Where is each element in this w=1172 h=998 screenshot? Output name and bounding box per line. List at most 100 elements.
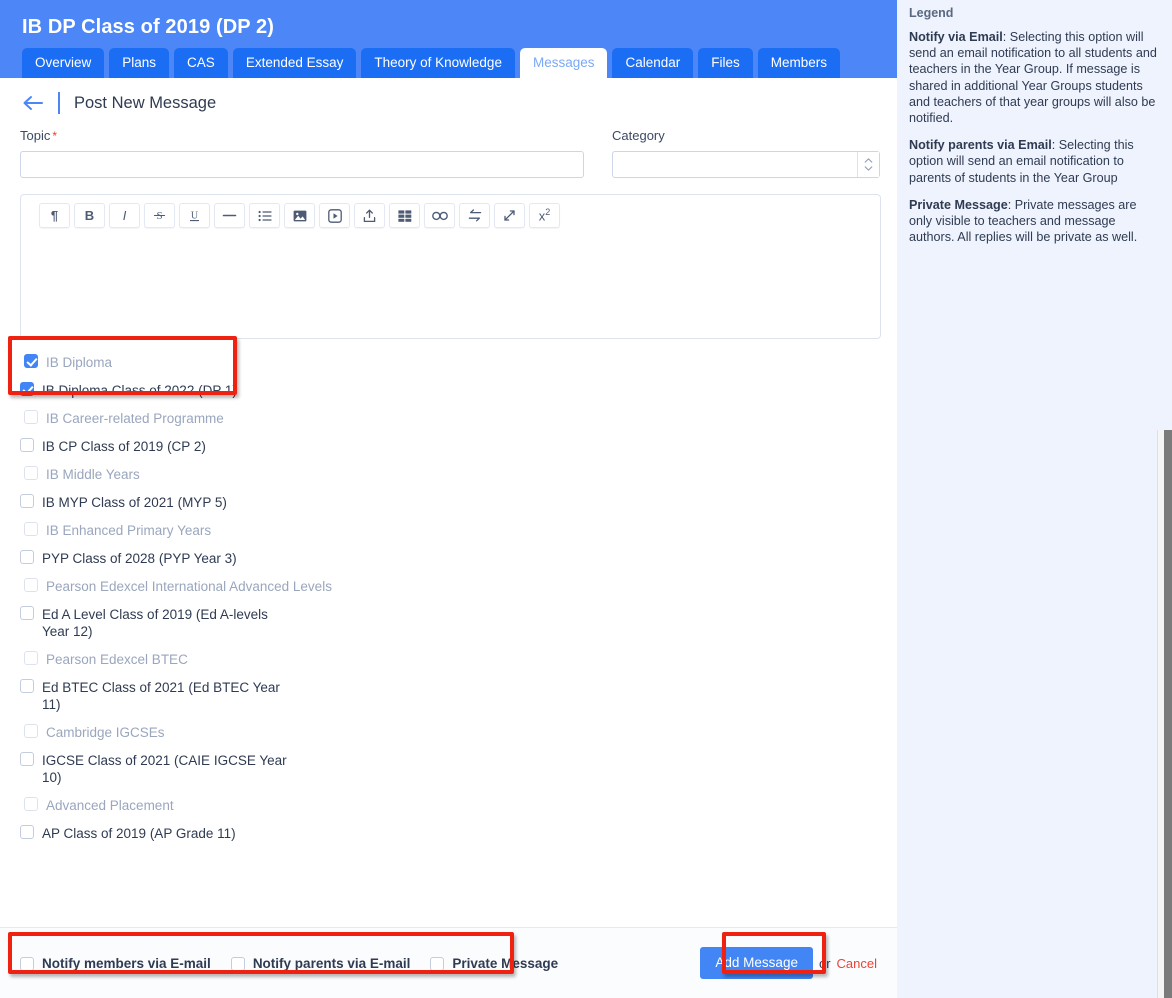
tab-calendar[interactable]: Calendar	[612, 48, 694, 78]
tab-extended-essay[interactable]: Extended Essay	[232, 48, 357, 78]
bullet-list-icon[interactable]	[249, 203, 280, 228]
notify-label: Private Message	[452, 955, 559, 971]
tab-members[interactable]: Members	[757, 48, 841, 78]
group-header-row[interactable]: Pearson Edexcel BTEC	[20, 650, 881, 668]
group-header-row[interactable]: IB Diploma	[20, 353, 881, 371]
group-header-row[interactable]: Advanced Placement	[20, 796, 881, 814]
group-header-checkbox[interactable]	[24, 410, 38, 424]
group-header-checkbox[interactable]	[24, 522, 38, 536]
group-header-checkbox[interactable]	[24, 466, 38, 480]
year-group-list: IB Diploma IB Diploma Class of 2022 (DP 1…	[0, 339, 897, 842]
group-header-label: IB Career-related Programme	[46, 411, 224, 426]
group-item-row[interactable]: IB Diploma Class of 2022 (DP 1)	[20, 381, 881, 399]
year-group: Advanced Placement AP Class of 2019 (AP G…	[20, 796, 881, 842]
year-group: IB Diploma IB Diploma Class of 2022 (DP 1…	[20, 353, 881, 399]
strikethrough-icon[interactable]: S	[144, 203, 175, 228]
tab-messages[interactable]: Messages	[519, 48, 608, 78]
swap-icon[interactable]	[459, 203, 490, 228]
arrow-left-icon[interactable]	[18, 92, 48, 114]
group-header-label: Advanced Placement	[46, 798, 174, 813]
group-header-row[interactable]: IB Career-related Programme	[20, 409, 881, 427]
tab-overview[interactable]: Overview	[22, 48, 105, 78]
group-header-row[interactable]: IB Enhanced Primary Years	[20, 521, 881, 539]
group-item-checkbox[interactable]	[20, 494, 34, 508]
notify-checkbox[interactable]	[230, 956, 245, 971]
image-icon[interactable]	[284, 203, 315, 228]
notify-label: Notify parents via E-mail	[252, 955, 411, 971]
breadcrumb-title: Post New Message	[74, 94, 217, 112]
notify-checkbox[interactable]	[430, 956, 445, 971]
chevron-down-icon	[864, 166, 873, 171]
group-item-checkbox[interactable]	[20, 679, 34, 693]
editor-content[interactable]	[21, 236, 880, 331]
video-icon[interactable]	[319, 203, 350, 228]
group-item-row[interactable]: IB MYP Class of 2021 (MYP 5)	[20, 493, 881, 511]
horizontal-rule-icon[interactable]	[214, 203, 245, 228]
group-item-row[interactable]: IGCSE Class of 2021 (CAIE IGCSE Year 10)	[20, 751, 881, 786]
group-header-row[interactable]: Cambridge IGCSEs	[20, 723, 881, 741]
group-item-label: IB CP Class of 2019 (CP 2)	[42, 439, 206, 454]
page-scrollbar[interactable]	[1157, 430, 1172, 998]
group-header-checkbox[interactable]	[24, 797, 38, 811]
link-icon[interactable]	[424, 203, 455, 228]
footer-bar: Notify members via E-mail Notify parents …	[0, 927, 897, 998]
tab-files[interactable]: Files	[698, 48, 753, 78]
italic-icon[interactable]: I	[109, 203, 140, 228]
tab-cas[interactable]: CAS	[174, 48, 228, 78]
group-header-checkbox[interactable]	[24, 354, 38, 368]
add-message-button[interactable]: Add Message	[700, 947, 813, 979]
superscript-icon[interactable]: x2	[529, 203, 560, 228]
group-header-row[interactable]: Pearson Edexcel International Advanced L…	[20, 577, 881, 595]
group-item-checkbox[interactable]	[20, 606, 34, 620]
category-input[interactable]	[612, 151, 880, 178]
notify-options: Notify members via E-mail Notify parents …	[20, 955, 558, 972]
scrollbar-thumb[interactable]	[1164, 430, 1172, 998]
group-header-label: Pearson Edexcel BTEC	[46, 652, 188, 667]
group-header-checkbox[interactable]	[24, 651, 38, 665]
group-item-label: PYP Class of 2028 (PYP Year 3)	[42, 551, 237, 566]
group-item-checkbox[interactable]	[20, 438, 34, 452]
tab-theory-of-knowledge[interactable]: Theory of Knowledge	[361, 48, 515, 78]
underline-icon[interactable]: U	[179, 203, 210, 228]
group-header-checkbox[interactable]	[24, 724, 38, 738]
message-editor: ¶BIS Ux2	[20, 194, 881, 339]
notify-option[interactable]: Notify parents via E-mail	[230, 955, 411, 972]
topic-label: Topic *	[20, 128, 584, 144]
group-item-checkbox[interactable]	[20, 825, 34, 839]
category-stepper[interactable]	[857, 152, 879, 177]
upload-icon[interactable]	[354, 203, 385, 228]
group-item-row[interactable]: Ed BTEC Class of 2021 (Ed BTEC Year 11)	[20, 678, 881, 713]
group-item-checkbox[interactable]	[20, 382, 34, 396]
group-header-row[interactable]: IB Middle Years	[20, 465, 881, 483]
breadcrumb-divider	[58, 92, 60, 114]
tab-plans[interactable]: Plans	[109, 48, 170, 78]
content-area: Post New Message Topic * Category ¶ B I …	[0, 78, 897, 998]
bold-icon[interactable]: B	[74, 203, 105, 228]
group-header-label: Pearson Edexcel International Advanced L…	[46, 579, 332, 594]
group-item-row[interactable]: PYP Class of 2028 (PYP Year 3)	[20, 549, 881, 567]
legend-entries: Notify via Email: Selecting this option …	[909, 29, 1160, 245]
notify-label: Notify members via E-mail	[42, 955, 211, 971]
notify-checkbox[interactable]	[20, 956, 34, 971]
notify-option[interactable]: Private Message	[430, 955, 558, 972]
group-item-row[interactable]: Ed A Level Class of 2019 (Ed A-levels Ye…	[20, 605, 881, 640]
topic-label-text: Topic	[20, 128, 51, 143]
group-item-label: IGCSE Class of 2021 (CAIE IGCSE Year 10)	[42, 753, 287, 785]
group-item-checkbox[interactable]	[20, 550, 34, 564]
group-item-checkbox[interactable]	[20, 752, 34, 766]
paragraph-icon[interactable]: ¶	[39, 203, 70, 228]
main-column: IB DP Class of 2019 (DP 2) Overview Plans…	[0, 0, 897, 998]
legend-term: Notify via Email	[909, 30, 1003, 44]
table-icon[interactable]	[389, 203, 420, 228]
legend-term: Notify parents via Email	[909, 138, 1052, 153]
group-header-checkbox[interactable]	[24, 578, 38, 592]
expand-icon[interactable]	[494, 203, 525, 228]
notify-option[interactable]: Notify members via E-mail	[20, 955, 211, 972]
category-label: Category	[612, 128, 665, 143]
page-title: IB DP Class of 2019 (DP 2)	[22, 16, 274, 38]
group-item-row[interactable]: IB CP Class of 2019 (CP 2)	[20, 437, 881, 455]
group-item-row[interactable]: AP Class of 2019 (AP Grade 11)	[20, 824, 881, 842]
cancel-link[interactable]: Cancel	[837, 956, 877, 971]
topic-input[interactable]	[20, 151, 584, 178]
group-header-label: IB Middle Years	[46, 467, 140, 482]
